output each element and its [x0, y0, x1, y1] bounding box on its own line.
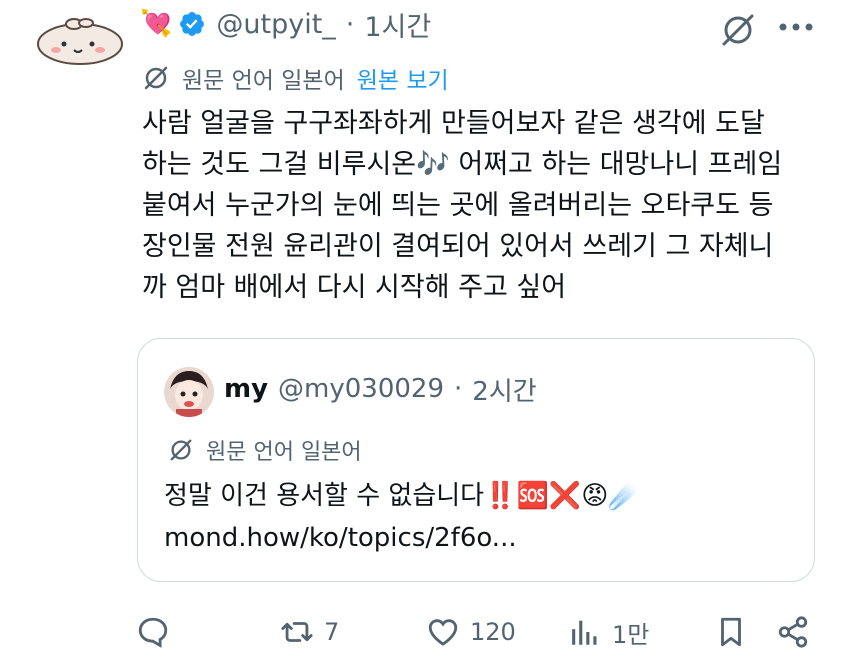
translation-info: 원문 언어 일본어 원본 보기 — [142, 60, 449, 96]
repost-count: 7 — [324, 618, 340, 646]
show-original-link[interactable]: 원본 보기 — [357, 61, 449, 95]
quoted-post[interactable]: my @my030029 · 2시간 원문 언어 일본어 정말 이건 용서할 수… — [137, 338, 815, 582]
post-time[interactable]: 1시간 — [364, 5, 431, 44]
reply-button[interactable] — [136, 612, 170, 652]
repost-button[interactable]: 7 — [280, 612, 339, 652]
separator: · — [454, 374, 463, 404]
repost-icon — [281, 622, 313, 642]
views-count: 1만 — [612, 620, 650, 649]
quoted-handle[interactable]: @my030029 — [278, 374, 444, 404]
quoted-text: 정말 이건 용서할 수 없습니다‼️🆘❌😡☄️ mond.how/ko/topi… — [164, 481, 641, 553]
verified-badge-icon — [180, 12, 205, 36]
share-button[interactable] — [776, 612, 810, 652]
like-count: 120 — [470, 618, 516, 646]
grok-icon[interactable] — [718, 10, 758, 50]
post-header: 💘 @utpyit_ · 1시간 — [140, 5, 431, 44]
globe-icon — [144, 66, 168, 90]
quoted-translate-label: 원문 언어 일본어 — [206, 440, 362, 465]
reply-icon — [138, 617, 168, 648]
like-icon — [428, 619, 458, 646]
views-icon — [572, 620, 597, 645]
bookmark-button[interactable] — [714, 612, 748, 652]
share-icon — [778, 616, 808, 648]
post-text: 사람 얼굴을 구구좌좌하게 만들어보자 같은 생각에 도달 하는 것도 그걸 비… — [142, 108, 783, 303]
quoted-avatar[interactable] — [164, 367, 214, 417]
quoted-header: my @my030029 · 2시간 — [224, 371, 537, 407]
separator: · — [345, 8, 355, 40]
quoted-time: 2시간 — [472, 376, 537, 407]
heart-emoji: 💘 — [140, 9, 173, 39]
action-bar: 7 120 1만 — [0, 604, 850, 658]
quoted-translation-info: 원문 언어 일본어 — [168, 433, 362, 467]
bookmark-icon — [721, 617, 741, 647]
author-handle[interactable]: @utpyit_ — [216, 9, 335, 40]
quoted-author-name[interactable]: my — [224, 374, 268, 404]
globe-icon — [170, 439, 192, 461]
more-icon[interactable] — [776, 12, 816, 42]
like-button[interactable]: 120 — [426, 612, 516, 652]
avatar[interactable] — [34, 14, 126, 66]
views-button[interactable]: 1만 — [568, 612, 649, 652]
translate-label: 원문 언어 일본어 — [182, 68, 345, 94]
